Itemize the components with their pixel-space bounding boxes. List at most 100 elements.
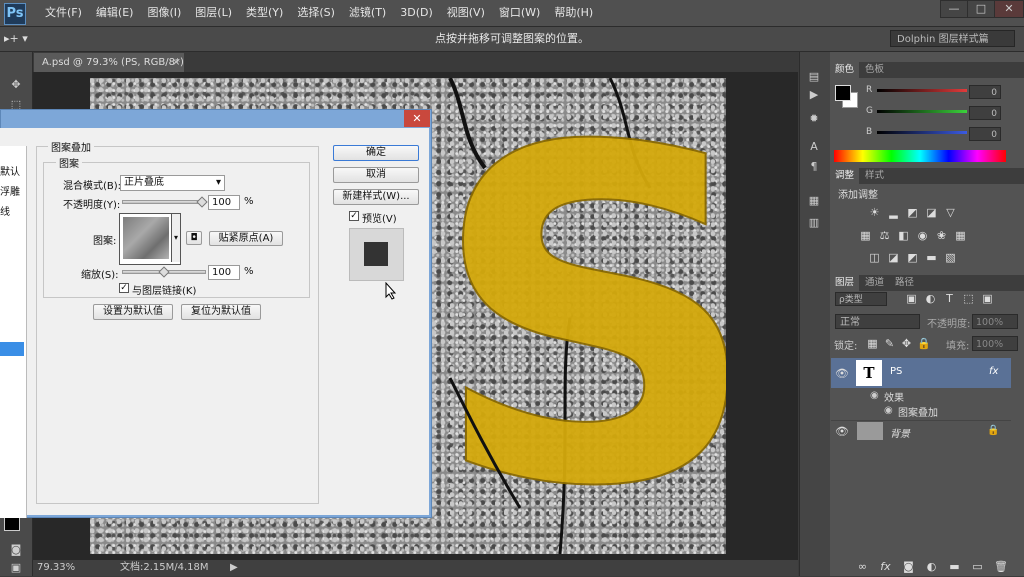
info-icon[interactable]: ▥ [806, 216, 822, 230]
delete-layer-icon[interactable]: 🗑 [994, 561, 1008, 573]
fill-field[interactable]: 100% [972, 336, 1018, 351]
menu-image[interactable]: 图像(I) [140, 0, 188, 26]
tab-swatches[interactable]: 色板 [860, 62, 889, 78]
new-preset-icon[interactable]: ◘ [186, 231, 202, 245]
menu-select[interactable]: 选择(S) [290, 0, 342, 26]
dialog-close-button[interactable]: ✕ [404, 110, 430, 127]
document-tab[interactable]: A.psd @ 79.3% (PS, RGB/8*) * [34, 53, 184, 87]
tab-adjustments[interactable]: 调整 [830, 168, 860, 184]
filter-adjust-icon[interactable]: ◐ [924, 293, 937, 305]
layer-name-background[interactable]: 背景 [890, 425, 910, 440]
menu-3d[interactable]: 3D(D) [393, 0, 440, 26]
menu-layer[interactable]: 图层(L) [188, 0, 239, 26]
lock-paint-icon[interactable]: ✎ [883, 338, 896, 350]
set-default-button[interactable]: 设置为默认值 [93, 304, 173, 320]
new-group-icon[interactable]: ▬ [948, 561, 961, 573]
actions-icon[interactable]: ▶ [806, 88, 822, 102]
menu-help[interactable]: 帮助(H) [547, 0, 600, 26]
menu-type[interactable]: 类型(Y) [239, 0, 290, 26]
screen-mode-icon[interactable]: ▣ [7, 561, 25, 577]
menu-edit[interactable]: 编辑(E) [89, 0, 141, 26]
filter-smart-icon[interactable]: ▣ [981, 293, 994, 305]
style-list-emboss[interactable]: 浮雕 [0, 183, 20, 198]
layer-effect-pattern-overlay[interactable]: 图案叠加 [898, 404, 938, 419]
posterize-icon[interactable]: ◪ [887, 252, 900, 264]
brightness-icon[interactable]: ☀ [868, 207, 881, 219]
adjust-sun-icon[interactable]: ✹ [806, 112, 822, 126]
photo-filter-icon[interactable]: ◉ [916, 230, 929, 242]
move-tool-icon[interactable]: ✥ [7, 78, 25, 94]
levels-icon[interactable]: ▂ [887, 207, 900, 219]
lock-all-icon[interactable]: 🔒 [917, 338, 931, 350]
layer-comps-icon[interactable]: ▦ [806, 194, 822, 208]
tab-paths[interactable]: 路径 [890, 275, 919, 291]
blue-value-field[interactable]: 0 [969, 127, 1001, 141]
vibrance-icon[interactable]: ▽ [944, 207, 957, 219]
fx-icon[interactable]: fx [989, 366, 998, 377]
opacity-slider[interactable] [122, 200, 206, 204]
lock-transparent-icon[interactable]: ▦ [866, 338, 879, 350]
link-layers-icon[interactable]: ∞ [856, 561, 869, 573]
new-adjust-icon[interactable]: ◐ [925, 561, 938, 573]
gradient-map-icon[interactable]: ▬ [925, 252, 938, 264]
layer-filter-select[interactable]: ρ类型 [835, 292, 887, 306]
zoom-readout[interactable]: 79.33% [37, 560, 75, 576]
blend-mode-select[interactable]: 正片叠底 ▾ [120, 175, 225, 191]
filter-shape-icon[interactable]: ⬚ [962, 293, 975, 305]
lock-move-icon[interactable]: ✥ [900, 338, 913, 350]
tab-channels[interactable]: 通道 [860, 275, 889, 291]
add-style-icon[interactable]: fx [879, 561, 892, 573]
quick-mask-icon[interactable]: ◙ [7, 543, 25, 559]
green-slider[interactable] [877, 110, 967, 113]
curves-icon[interactable]: ◩ [906, 207, 919, 219]
minimize-button[interactable]: — [940, 0, 968, 18]
opacity-field[interactable]: 100 [208, 195, 240, 210]
menu-file[interactable]: 文件(F) [38, 0, 89, 26]
black-white-icon[interactable]: ◧ [897, 230, 910, 242]
snap-to-origin-button[interactable]: 贴紧原点(A) [209, 231, 283, 246]
pattern-dropdown-icon[interactable]: ▾ [171, 214, 180, 262]
pattern-overlay-eye-icon[interactable]: ◉ [884, 405, 893, 416]
reset-default-button[interactable]: 复位为默认值 [181, 304, 261, 320]
close-window-button[interactable]: ✕ [994, 0, 1024, 18]
invert-icon[interactable]: ◫ [868, 252, 881, 264]
history-icon[interactable]: ▤ [806, 70, 822, 84]
filter-pixel-icon[interactable]: ▣ [905, 293, 918, 305]
exposure-icon[interactable]: ◪ [925, 207, 938, 219]
selective-color-icon[interactable]: ▧ [944, 252, 957, 264]
blue-slider[interactable] [877, 131, 967, 134]
color-lookup-icon[interactable]: ▦ [954, 230, 967, 242]
tab-styles[interactable]: 样式 [860, 168, 889, 184]
style-list-default[interactable]: 默认 [0, 163, 20, 178]
color-balance-icon[interactable]: ⚖ [878, 230, 891, 242]
style-list-stroke[interactable]: 线 [0, 203, 10, 218]
paragraph-icon[interactable]: ¶ [806, 160, 822, 174]
preview-checkbox[interactable]: ✓ [349, 211, 359, 221]
tab-layers[interactable]: 图层 [830, 275, 860, 291]
workspace-select[interactable]: Dolphin 图层样式篇 [890, 30, 1015, 47]
layer-blend-mode-select[interactable]: 正常 [835, 314, 920, 329]
cancel-button[interactable]: 取消 [333, 167, 419, 183]
new-style-button[interactable]: 新建样式(W)... [333, 189, 419, 205]
layer-name-ps[interactable]: PS [890, 366, 902, 377]
red-slider[interactable] [877, 89, 967, 92]
ok-button[interactable]: 确定 [333, 145, 419, 161]
red-value-field[interactable]: 0 [969, 85, 1001, 99]
filter-type-icon[interactable]: T [943, 293, 956, 305]
link-with-layer-checkbox[interactable]: ✓ [119, 283, 129, 293]
restore-button[interactable]: □ [967, 0, 995, 18]
move-tool-preset-icon[interactable]: ▸+ ▾ [4, 29, 44, 49]
menu-view[interactable]: 视图(V) [440, 0, 492, 26]
background-eye-icon[interactable]: 👁 [835, 425, 849, 438]
channel-mixer-icon[interactable]: ❀ [935, 230, 948, 242]
add-mask-icon[interactable]: ◙ [902, 561, 915, 573]
menu-window[interactable]: 窗口(W) [492, 0, 547, 26]
close-tab-icon[interactable]: × [172, 53, 184, 72]
style-list-selected[interactable] [0, 342, 24, 356]
menu-filter[interactable]: 滤镜(T) [342, 0, 393, 26]
hue-icon[interactable]: ▦ [859, 230, 872, 242]
character-icon[interactable]: A [806, 140, 822, 154]
pattern-picker[interactable]: ▾ [119, 213, 181, 265]
new-layer-icon[interactable]: ▭ [971, 561, 984, 573]
threshold-icon[interactable]: ◩ [906, 252, 919, 264]
